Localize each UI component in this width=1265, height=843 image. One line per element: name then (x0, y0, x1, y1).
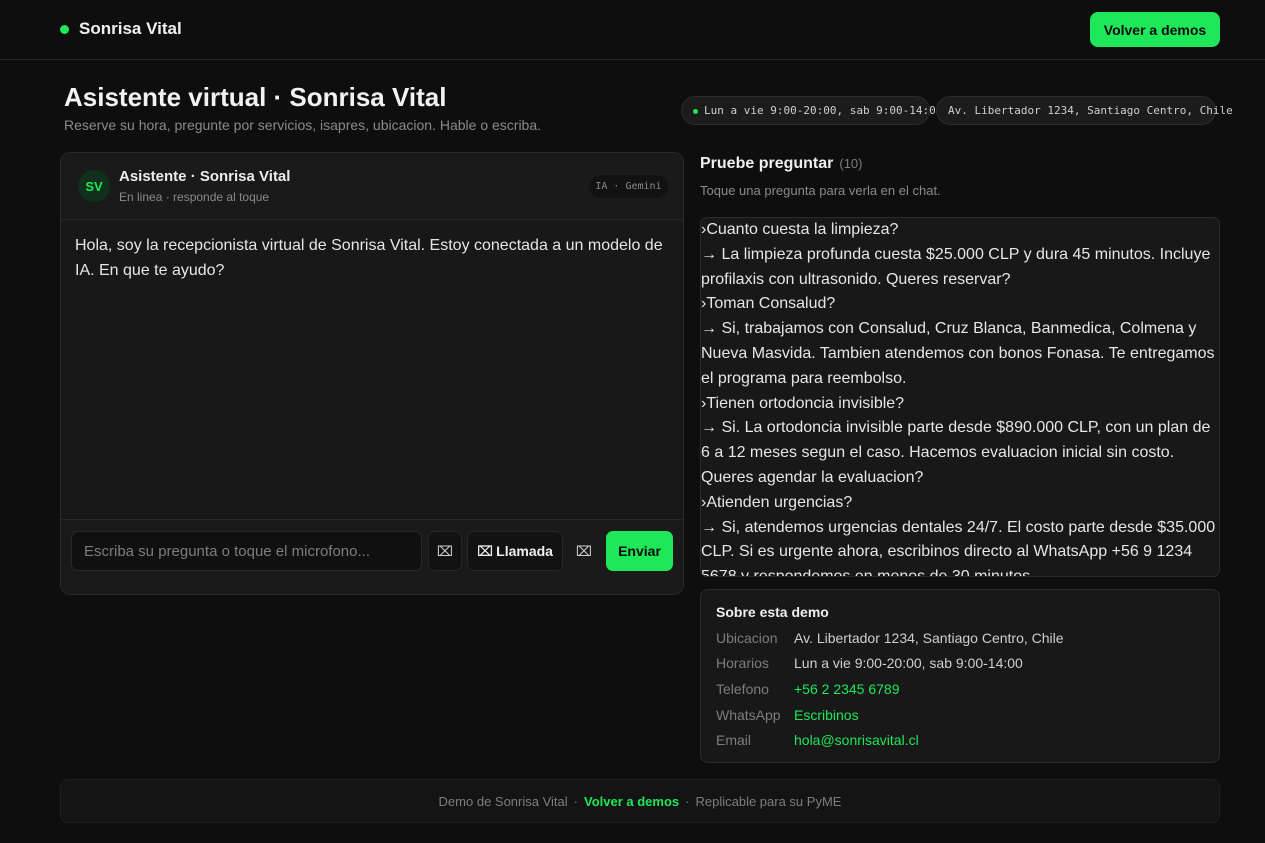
agent-name: Asistente · Sonrisa Vital (119, 168, 291, 185)
about-key: Ubicacion (716, 630, 778, 646)
about-value: Lun a vie 9:00-20:00, sab 9:00-14:00 (794, 655, 1023, 671)
footer-text: Demo de Sonrisa Vital (438, 793, 568, 809)
call-button[interactable]: ⌧ Llamada (467, 531, 563, 571)
chat-input[interactable] (71, 531, 422, 571)
brand-name[interactable]: Sonrisa Vital (79, 19, 182, 39)
suggestion-answer: → Si. La ortodoncia invisible parte desd… (701, 419, 1211, 486)
about-key: Horarios (716, 655, 769, 671)
about-key: Telefono (716, 681, 769, 697)
phone-icon: ⌧ (477, 542, 494, 559)
chat-input-bar: ⌧ ⌧ Llamada ⌧ Enviar (61, 519, 683, 594)
address-pill: Av. Libertador 1234, Santiago Centro, Ch… (936, 96, 1233, 125)
suggestion-answer: → Si, trabajamos con Consalud, Cruz Blan… (701, 320, 1215, 387)
about-key: Email (716, 732, 752, 748)
footer-separator: · (685, 793, 690, 809)
suggestions-subtitle: Toque una pregunta para verla en el chat… (700, 183, 941, 198)
suggestion-question[interactable]: ›Tienen ortodoncia invisible? (701, 392, 1219, 417)
speaker-button[interactable]: ⌧ (569, 531, 599, 571)
status-dot-icon (693, 109, 698, 114)
microphone-icon: ⌧ (436, 542, 454, 559)
about-title: Sobre esta demo (716, 604, 829, 620)
phone-link[interactable]: +56 2 2345 6789 (794, 681, 900, 697)
suggestion-answer: → La limpieza profunda cuesta $25.000 CL… (701, 245, 1211, 288)
speaker-icon: ⌧ (575, 542, 593, 559)
whatsapp-link[interactable]: Escribinos (794, 707, 859, 723)
agent-status: En linea · responde al toque (119, 190, 270, 204)
online-dot-icon (60, 25, 69, 34)
suggestion-question[interactable]: ›Cuanto cuesta la limpieza? (701, 218, 1219, 243)
page-title: Asistente virtual · Sonrisa Vital (64, 82, 447, 112)
about-value: Av. Libertador 1234, Santiago Centro, Ch… (794, 630, 1064, 646)
suggestion-answer: → Si, atendemos urgencias dentales 24/7.… (701, 518, 1216, 577)
back-to-demos-button[interactable]: Volver a demos (1090, 12, 1220, 47)
avatar: SV (78, 170, 110, 202)
chat-panel: SV Asistente · Sonrisa Vital En linea · … (60, 152, 684, 595)
suggestions-title-text: Pruebe preguntar (700, 155, 834, 172)
footer-separator: · (573, 793, 578, 809)
send-button[interactable]: Enviar (606, 531, 673, 571)
footer-tagline: Replicable para su PyME (695, 793, 842, 809)
suggestion-question[interactable]: ›Toman Consalud? (701, 292, 1219, 317)
about-demo-card: Sobre esta demo Ubicacion Av. Libertador… (700, 589, 1220, 763)
ai-model-badge: IA · Gemini (589, 175, 668, 198)
suggestions-count: (10) (839, 156, 863, 171)
chat-header: SV Asistente · Sonrisa Vital En linea · … (61, 153, 683, 220)
address-pill-text: Av. Libertador 1234, Santiago Centro, Ch… (948, 104, 1233, 117)
call-button-label: Llamada (496, 543, 553, 559)
top-bar: Sonrisa Vital Volver a demos (0, 0, 1265, 60)
hours-pill-text: Lun a vie 9:00-20:00, sab 9:00-14:00 (704, 104, 943, 117)
assistant-message: Hola, soy la recepcionista virtual de So… (75, 237, 663, 279)
email-link[interactable]: hola@sonrisavital.cl (794, 732, 919, 748)
suggestions-title: Pruebe preguntar (10) (700, 155, 862, 173)
page-subtitle: Reserve su hora, pregunte por servicios,… (64, 117, 542, 133)
hours-pill: Lun a vie 9:00-20:00, sab 9:00-14:00 (681, 96, 942, 125)
about-key: WhatsApp (716, 707, 781, 723)
footer-back-link[interactable]: Volver a demos (584, 794, 679, 809)
suggestion-question[interactable]: ›Atienden urgencias? (701, 491, 1219, 516)
suggestions-list[interactable]: ›Cuanto cuesta la limpieza? → La limpiez… (700, 217, 1220, 577)
microphone-button[interactable]: ⌧ (428, 531, 462, 571)
footer: Demo de Sonrisa Vital · Volver a demos ·… (60, 779, 1220, 823)
